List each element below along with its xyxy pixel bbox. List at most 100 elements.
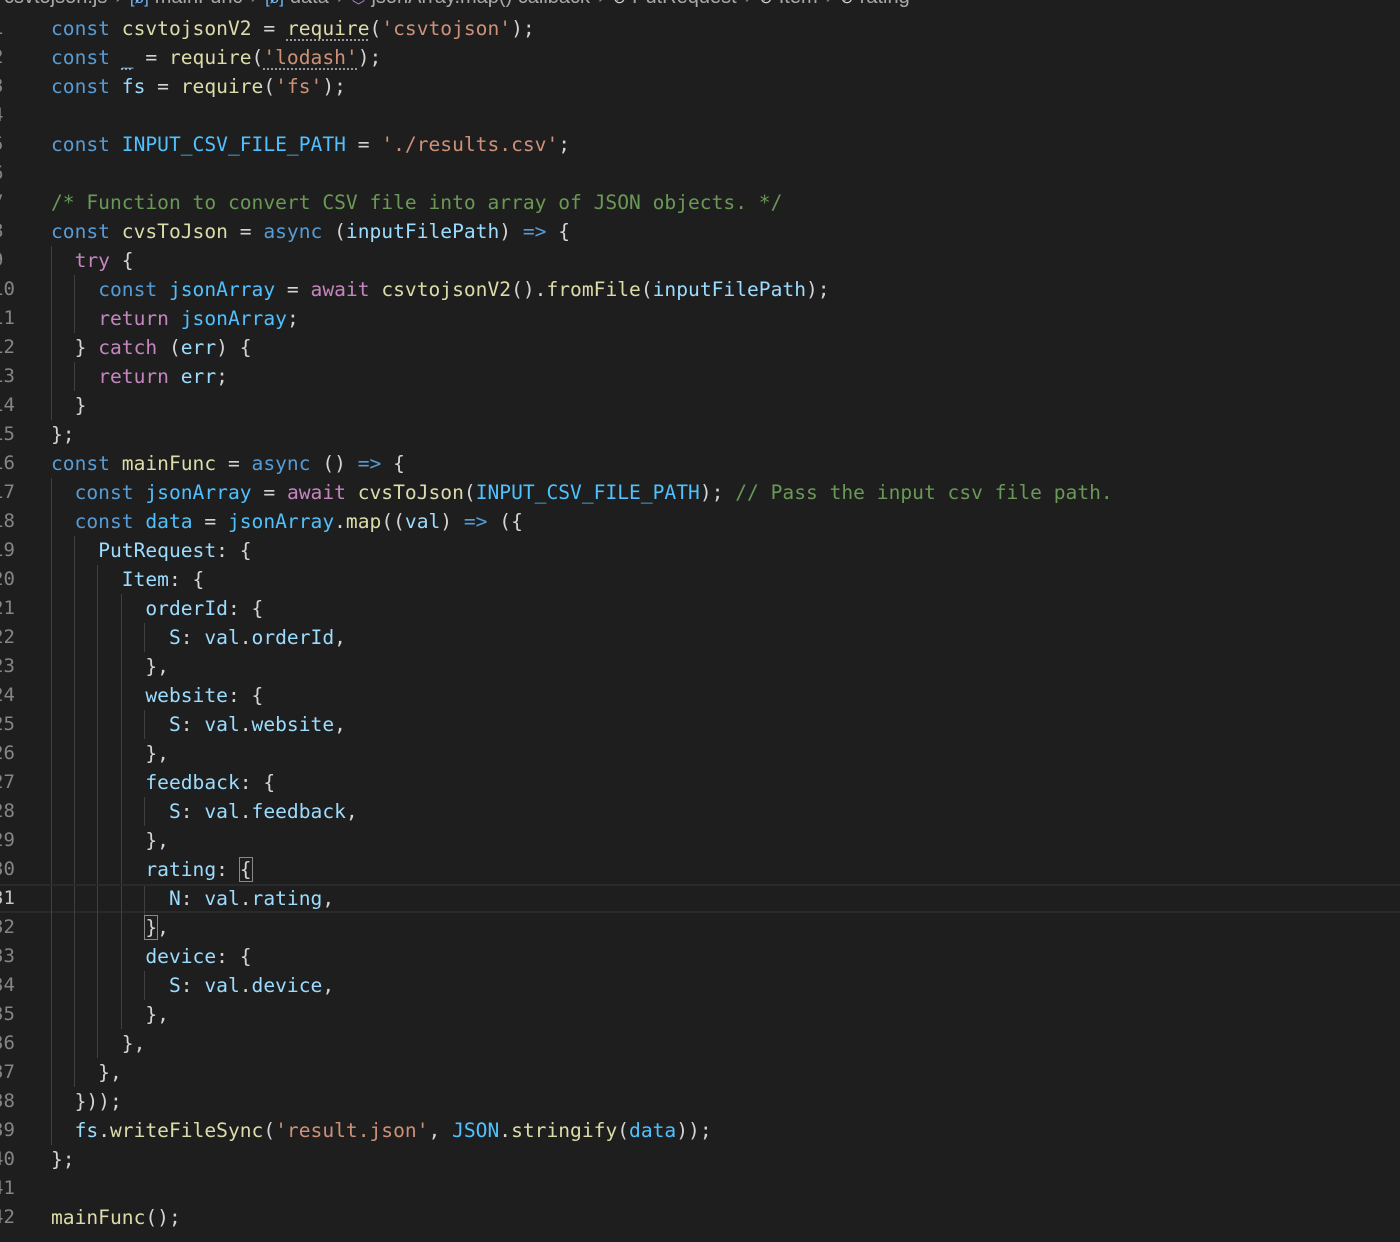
breadcrumb-item[interactable]: ⬡ jsonArray.map() callback xyxy=(351,0,590,8)
line-number: 30 xyxy=(0,858,15,880)
code-line[interactable]: 30 rating: { xyxy=(0,855,1400,884)
code-line[interactable]: 22 S: val.orderId, xyxy=(0,623,1400,652)
code-token: const xyxy=(51,46,122,69)
code-token: val xyxy=(404,510,441,533)
line-number: 6 xyxy=(0,159,8,188)
code-token: val xyxy=(204,887,240,910)
breadcrumb-item[interactable]: ⊘ PutRequest xyxy=(613,0,737,8)
chevron-right-icon: › xyxy=(598,0,605,8)
code-line[interactable]: 2 const _ = require('lodash'); xyxy=(0,43,1400,72)
code-line[interactable]: 27 feedback: { xyxy=(0,768,1400,797)
line-number: 9 xyxy=(0,246,8,275)
code-token: val xyxy=(204,626,240,649)
code-line[interactable]: 8 const cvsToJson = async (inputFilePath)… xyxy=(0,217,1400,246)
code-token: orderId xyxy=(251,626,335,649)
code-line[interactable]: 17 const jsonArray = await cvsToJson(INP… xyxy=(0,478,1400,507)
code-token: { xyxy=(381,452,405,475)
code-line[interactable]: 9 try { xyxy=(0,246,1400,275)
line-number: 33 xyxy=(0,945,15,967)
line-number: 17 xyxy=(0,481,15,503)
code-line[interactable]: 19 PutRequest: { xyxy=(0,536,1400,565)
line-number: 32 xyxy=(0,916,15,938)
breadcrumb-item[interactable]: [ø] mainFunc xyxy=(130,0,242,8)
line-number: 10 xyxy=(0,278,15,300)
code-line[interactable]: 18 const data = jsonArray.map((val) => (… xyxy=(0,507,1400,536)
code-token: }, xyxy=(51,655,169,678)
line-number: 27 xyxy=(0,771,15,793)
code-token: : xyxy=(216,858,240,881)
code-line[interactable]: 33 device: { xyxy=(0,942,1400,971)
breadcrumb-item[interactable]: ⊘ Item xyxy=(759,0,817,8)
code-line[interactable]: 7 /* Function to convert CSV file into ar… xyxy=(0,188,1400,217)
line-number: 34 xyxy=(0,974,15,996)
code-line[interactable]: 4 xyxy=(0,101,1400,130)
code-token: INPUT_CSV_FILE_PATH xyxy=(121,133,346,156)
code-line[interactable]: 24 website: { xyxy=(0,681,1400,710)
code-token: val xyxy=(204,974,240,997)
code-line[interactable]: 37 }, xyxy=(0,1058,1400,1087)
code-line[interactable]: 35 }, xyxy=(0,1000,1400,1029)
breadcrumb-item[interactable]: csvtojson.js xyxy=(4,0,107,8)
code-line[interactable]: 29 }, xyxy=(0,826,1400,855)
code-token: : { xyxy=(227,684,264,707)
code-editor[interactable]: 1const csvtojsonV2 = require('csvtojson'… xyxy=(0,14,1400,1232)
code-line[interactable]: 11 return jsonArray; xyxy=(0,304,1400,333)
code-text: S: val.website, xyxy=(51,710,346,739)
code-token: => xyxy=(357,452,382,475)
code-token: = xyxy=(251,481,287,504)
code-text: Item: { xyxy=(51,565,205,594)
code-line[interactable]: 13 return err; xyxy=(0,362,1400,391)
code-token: catch xyxy=(98,336,158,359)
code-line[interactable]: 41 xyxy=(0,1174,1400,1203)
code-token: (); xyxy=(145,1206,181,1229)
breadcrumb: csvtojson.js › [ø] mainFunc › [ø] data › ⬡ jsonAr… xyxy=(4,0,910,8)
breadcrumb-item[interactable]: [ø] data xyxy=(265,0,329,8)
code-line[interactable]: 10 const jsonArray = await csvtojsonV2()… xyxy=(0,275,1400,304)
code-token: ( xyxy=(251,46,264,69)
code-token: ( xyxy=(617,1119,630,1142)
code-token: writeFileSync xyxy=(109,1119,264,1142)
code-line[interactable]: 15}; xyxy=(0,420,1400,449)
code-line[interactable]: 32 }, xyxy=(0,913,1400,942)
code-token: : { xyxy=(216,945,252,968)
code-token: data xyxy=(145,510,193,533)
code-token: ; xyxy=(216,365,228,388)
code-line[interactable]: 42 mainFunc(); xyxy=(0,1203,1400,1232)
code-line[interactable]: 1 const csvtojsonV2 = require('csvtojson'… xyxy=(0,14,1400,43)
code-text: const csvtojsonV2 = require('csvtojson')… xyxy=(51,14,535,43)
code-line[interactable]: 6 xyxy=(0,159,1400,188)
code-line[interactable]: 31 N: val.rating, xyxy=(0,884,1400,915)
line-number: 7 xyxy=(0,188,8,217)
code-line[interactable]: 36 }, xyxy=(0,1029,1400,1058)
code-line[interactable]: 16 const mainFunc = async () => { xyxy=(0,449,1400,478)
code-line[interactable]: 38 })); xyxy=(0,1087,1400,1116)
code-line[interactable]: 28 S: val.feedback, xyxy=(0,797,1400,826)
code-line[interactable]: 23 }, xyxy=(0,652,1400,681)
code-token: cvsToJson xyxy=(357,481,464,504)
line-number: 4 xyxy=(0,101,8,130)
code-token: data xyxy=(629,1119,677,1142)
code-line[interactable]: 21 orderId: { xyxy=(0,594,1400,623)
code-line[interactable]: 14 } xyxy=(0,391,1400,420)
code-line[interactable]: 20 Item: { xyxy=(0,565,1400,594)
code-token: } xyxy=(144,915,159,940)
code-token: ); xyxy=(357,46,382,69)
line-number: 24 xyxy=(0,684,15,706)
breadcrumb-item[interactable]: ⊘ rating xyxy=(840,0,909,8)
code-token: } xyxy=(51,336,99,359)
code-line[interactable]: 39 fs.writeFileSync('result.json', JSON.… xyxy=(0,1116,1400,1145)
code-token: : { xyxy=(239,771,276,794)
code-line[interactable]: 5 const INPUT_CSV_FILE_PATH = './results.… xyxy=(0,130,1400,159)
code-line[interactable]: 12 } catch (err) { xyxy=(0,333,1400,362)
code-line[interactable]: 40}; xyxy=(0,1145,1400,1174)
code-line[interactable]: 34 S: val.device, xyxy=(0,971,1400,1000)
code-line[interactable]: 3 const fs = require('fs'); xyxy=(0,72,1400,101)
code-line[interactable]: 25 S: val.website, xyxy=(0,710,1400,739)
code-token: const xyxy=(51,220,122,243)
code-line[interactable]: 26 }, xyxy=(0,739,1400,768)
